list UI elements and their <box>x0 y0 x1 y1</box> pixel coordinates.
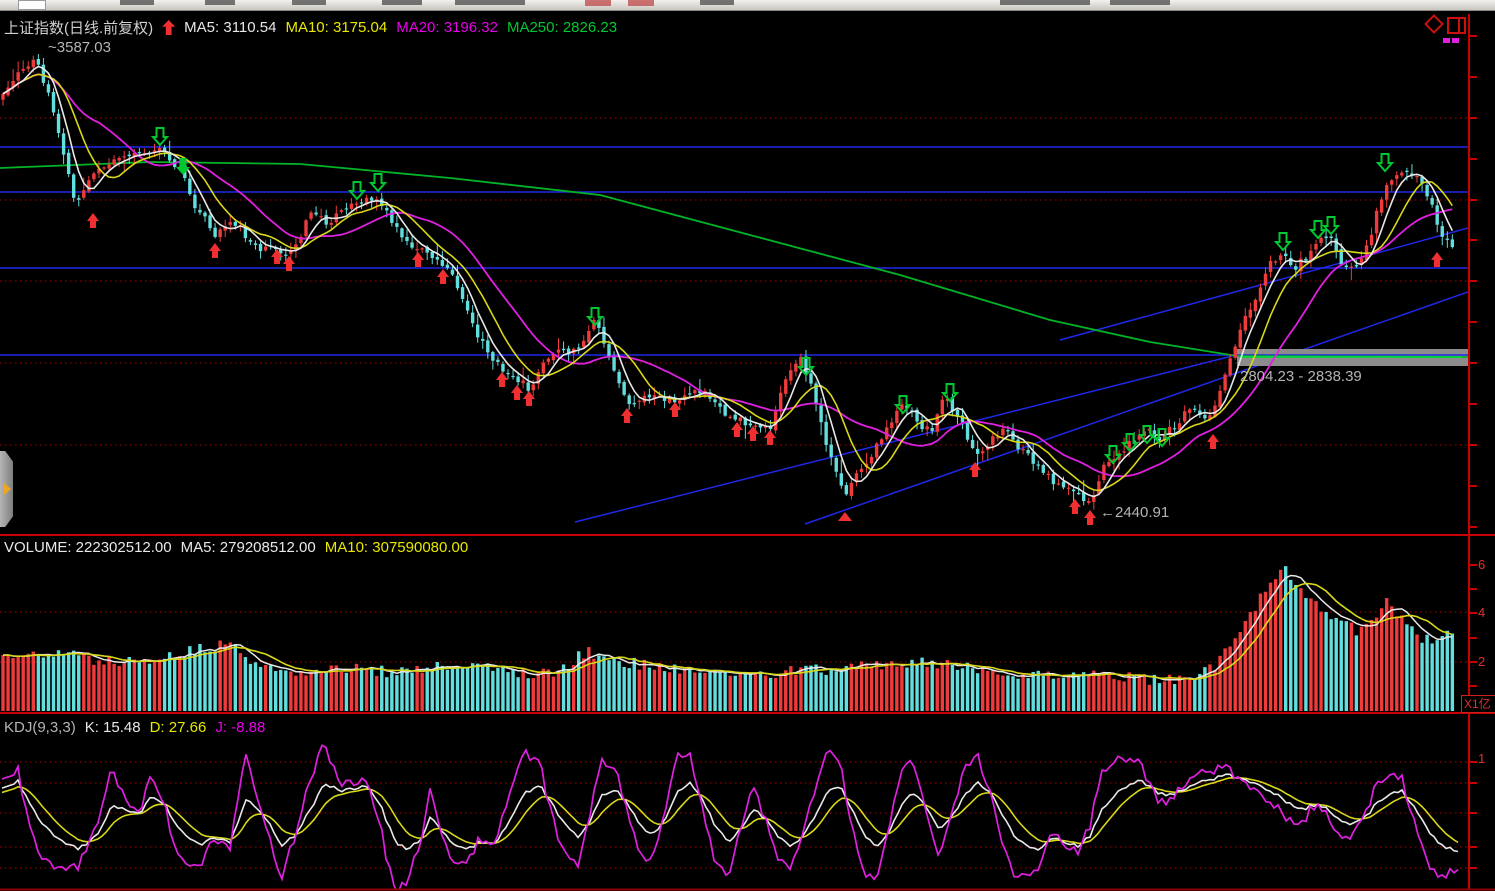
sidebar-collapse-tab[interactable] <box>0 451 13 527</box>
window-split-icon[interactable] <box>1447 17 1466 34</box>
main-chart-plot[interactable] <box>0 54 1468 525</box>
panel-frame <box>0 14 1495 890</box>
volume-plot[interactable] <box>0 566 1468 711</box>
legend-marker-icon <box>1452 38 1459 43</box>
legend-marker-icon <box>1443 38 1450 43</box>
expand-arrow-icon <box>3 482 11 496</box>
kdj-plot[interactable] <box>0 745 1468 891</box>
volume-unit-box: X1亿 <box>1461 695 1495 713</box>
app-window: 上证指数(日线.前复权) MA5: 3110.54 MA10: 3175.04 … <box>0 0 1495 891</box>
charts-canvas <box>0 0 1495 891</box>
